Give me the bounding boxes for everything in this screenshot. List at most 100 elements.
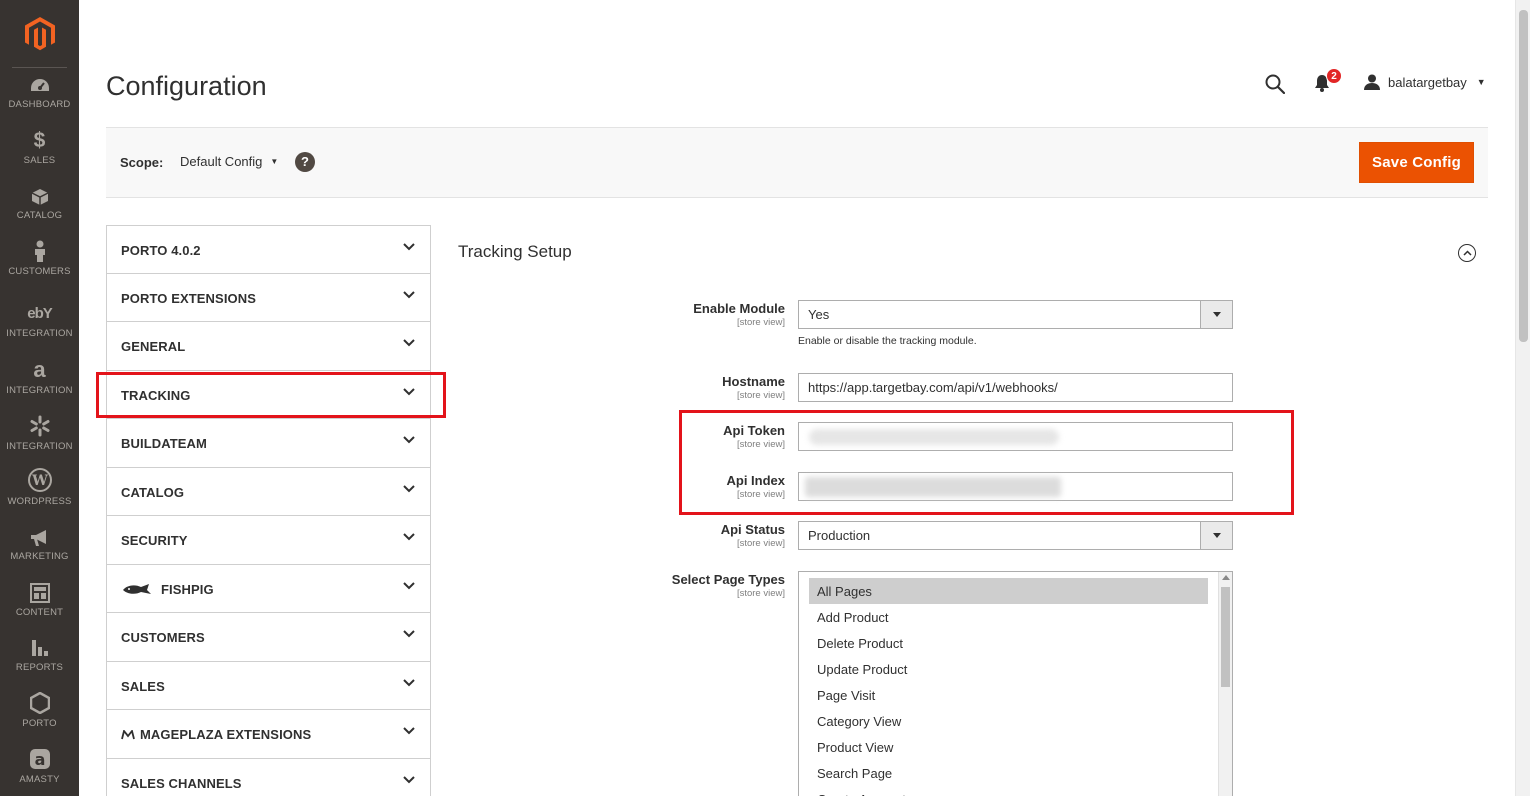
tab-label: SALES xyxy=(121,678,165,694)
list-item[interactable]: Search Page xyxy=(809,760,1208,786)
svg-text:W: W xyxy=(31,473,48,489)
tab-mageplaza-extensions[interactable]: MAGEPLAZA EXTENSIONS xyxy=(106,710,431,759)
list-item[interactable]: Add Product xyxy=(809,604,1208,630)
nav-label: DASHBOARD xyxy=(8,99,71,110)
scrollbar-thumb[interactable] xyxy=(1221,587,1230,687)
list-item[interactable]: Page Visit xyxy=(809,682,1208,708)
list-item[interactable]: Create Account xyxy=(809,786,1208,796)
enable-module-label: Enable Module [store view] xyxy=(585,301,785,328)
tab-porto[interactable]: PORTO 4.0.2 xyxy=(106,225,431,274)
dashboard-icon xyxy=(30,79,49,91)
list-item[interactable]: Product View xyxy=(809,734,1208,760)
scrollbar-thumb[interactable] xyxy=(1519,10,1528,342)
nav-item-integration-ebay[interactable]: ebY INTEGRATION xyxy=(0,287,79,343)
tab-customers[interactable]: CUSTOMERS xyxy=(106,613,431,662)
fishpig-logo-icon xyxy=(123,584,151,594)
chevron-down-icon xyxy=(403,775,415,783)
multiselect-scrollbar[interactable] xyxy=(1218,572,1232,796)
box-icon xyxy=(31,189,48,205)
chevron-down-icon xyxy=(403,243,415,251)
admin-nav: DASHBOARD $ SALES CATALOG CUSTOMERS ebY … xyxy=(0,0,79,796)
dollar-icon: $ xyxy=(33,129,46,152)
nav-item-sales[interactable]: $ SALES xyxy=(0,114,79,170)
tab-label: GENERAL xyxy=(121,339,186,354)
save-config-button[interactable]: Save Config xyxy=(1359,142,1474,183)
wordpress-icon: W xyxy=(27,468,52,492)
scope-value: Default Config xyxy=(180,154,263,169)
help-icon[interactable]: ? xyxy=(295,152,315,172)
magento-logo-icon xyxy=(24,17,55,51)
page-types-label: Select Page Types [store view] xyxy=(585,572,785,599)
config-tabs: PORTO 4.0.2 PORTO EXTENSIONS GENERAL TRA… xyxy=(106,225,431,796)
tab-label: CUSTOMERS xyxy=(121,630,205,645)
tab-fishpig[interactable]: FISHPIG xyxy=(106,564,431,613)
person-icon xyxy=(34,240,45,262)
nav-label: INTEGRATION xyxy=(6,441,73,452)
nav-label: WORDPRESS xyxy=(7,496,72,507)
nav-item-content[interactable]: CONTENT xyxy=(0,566,79,622)
username: balatargetbay xyxy=(1388,74,1467,90)
tab-sales[interactable]: SALES xyxy=(106,661,431,710)
tab-sales-channels[interactable]: SALES CHANNELS xyxy=(106,758,431,796)
api-status-label: Api Status [store view] xyxy=(585,522,785,549)
caret-down-icon: ▼ xyxy=(1476,77,1486,87)
tab-label: SALES CHANNELS xyxy=(121,775,242,791)
tab-label: SECURITY xyxy=(121,533,188,548)
list-item[interactable]: Update Product xyxy=(809,656,1208,682)
tab-general[interactable]: GENERAL xyxy=(106,322,431,371)
search-icon[interactable] xyxy=(1265,74,1286,99)
tab-label-text: MAGEPLAZA EXTENSIONS xyxy=(140,727,312,742)
list-item[interactable]: All Pages xyxy=(809,578,1208,604)
page-scrollbar[interactable] xyxy=(1515,0,1530,796)
page-types-multiselect[interactable]: All Pages Add Product Delete Product Upd… xyxy=(798,571,1233,796)
tab-label: PORTO 4.0.2 xyxy=(121,243,201,258)
scroll-up-icon[interactable] xyxy=(1222,575,1230,580)
nav-item-integration-amazon[interactable]: a INTEGRATION xyxy=(0,344,79,400)
nav-item-dashboard[interactable]: DASHBOARD xyxy=(0,58,79,114)
collapse-section-icon[interactable] xyxy=(1458,244,1476,262)
tab-security[interactable]: SECURITY xyxy=(106,516,431,565)
nav-label: AMASTY xyxy=(19,774,60,785)
nav-item-customers[interactable]: CUSTOMERS xyxy=(0,225,79,281)
hexagon-icon xyxy=(29,692,50,714)
hostname-input[interactable]: https://app.targetbay.com/api/v1/webhook… xyxy=(798,373,1233,402)
field-scope: [store view] xyxy=(736,390,785,401)
nav-label: INTEGRATION xyxy=(6,385,73,396)
nav-item-amasty[interactable]: a AMASTY xyxy=(0,733,79,789)
select-value: Production xyxy=(808,528,871,543)
nav-item-wordpress[interactable]: W WORDPRESS xyxy=(0,455,79,511)
nav-item-catalog[interactable]: CATALOG xyxy=(0,169,79,225)
nav-item-integration-walmart[interactable]: INTEGRATION xyxy=(0,400,79,456)
list-item[interactable]: Category View xyxy=(809,708,1208,734)
tab-label-text: FISHPIG xyxy=(161,581,214,597)
scope-switcher[interactable]: Default Config ▼ xyxy=(180,154,278,169)
field-label: Api Status xyxy=(720,522,785,537)
tab-catalog[interactable]: CATALOG xyxy=(106,467,431,516)
field-scope: [store view] xyxy=(736,588,785,599)
chevron-down-icon xyxy=(403,727,415,735)
nav-item-porto[interactable]: PORTO xyxy=(0,677,79,733)
chevron-down-icon xyxy=(403,581,415,589)
ebay-icon: ebY xyxy=(27,305,52,322)
enable-module-note: Enable or disable the tracking module. xyxy=(798,335,977,347)
chevron-down-icon xyxy=(403,339,415,347)
chevron-down-icon xyxy=(403,436,415,444)
api-status-select[interactable]: Production xyxy=(798,521,1233,550)
notification-badge[interactable]: 2 xyxy=(1326,68,1342,84)
user-menu[interactable]: balatargetbay ▼ xyxy=(1364,74,1486,90)
megaphone-icon xyxy=(30,530,46,546)
tab-label: PORTO EXTENSIONS xyxy=(121,290,256,306)
chevron-down-icon xyxy=(403,630,415,638)
nav-item-reports[interactable]: REPORTS xyxy=(0,621,79,677)
page-title: Configuration xyxy=(106,71,267,101)
hostname-label: Hostname [store view] xyxy=(585,374,785,401)
tab-label: MAGEPLAZA EXTENSIONS xyxy=(121,727,311,742)
enable-module-select[interactable]: Yes xyxy=(798,300,1233,329)
nav-item-marketing[interactable]: MARKETING xyxy=(0,510,79,566)
chevron-down-icon xyxy=(403,290,415,298)
tab-buildateam[interactable]: BUILDATEAM xyxy=(106,419,431,468)
tab-porto-extensions[interactable]: PORTO EXTENSIONS xyxy=(106,273,431,322)
list-item[interactable]: Delete Product xyxy=(809,630,1208,656)
walmart-icon xyxy=(30,415,49,437)
bar-chart-icon xyxy=(31,640,48,656)
